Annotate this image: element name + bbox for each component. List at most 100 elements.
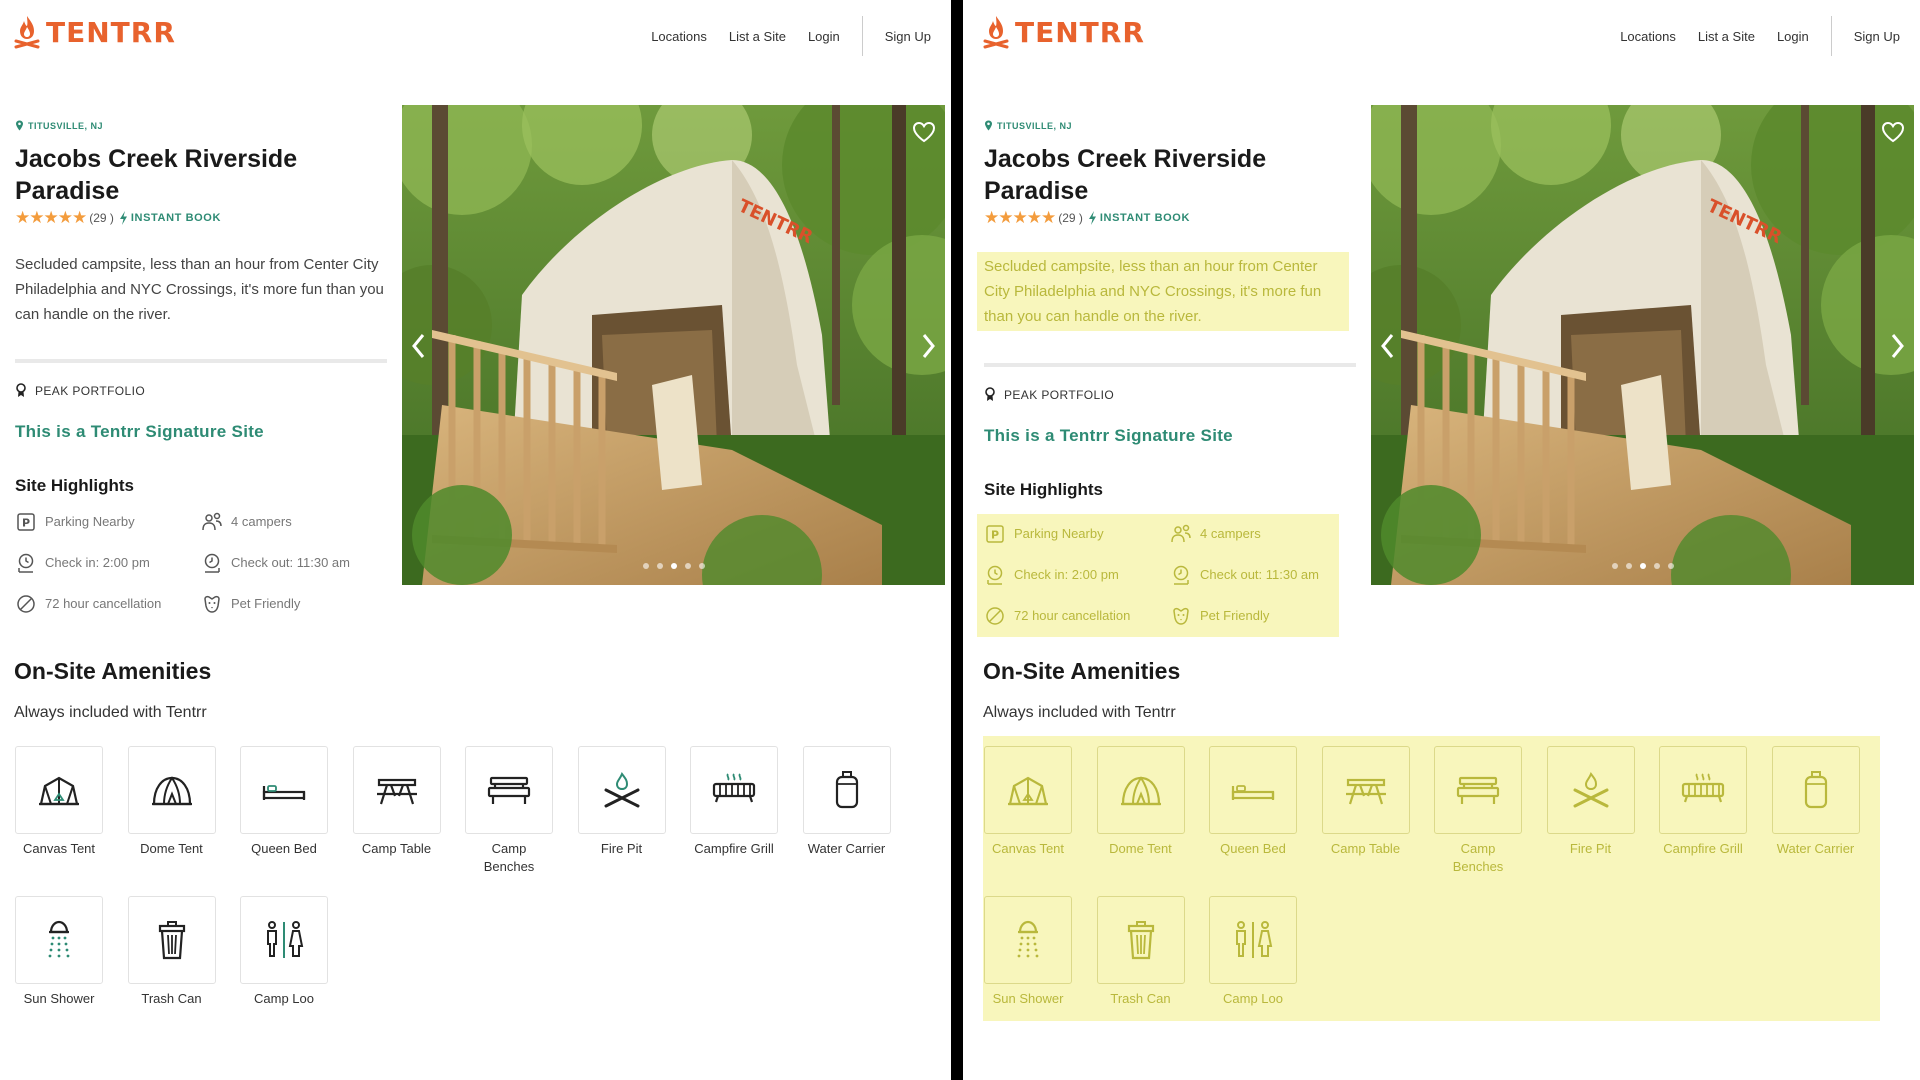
- amenity-icon-box: [352, 746, 441, 834]
- favorite-heart-icon[interactable]: [911, 119, 937, 145]
- amenity-icon-box: [127, 746, 216, 834]
- carousel-dot[interactable]: [1667, 563, 1674, 569]
- parking-icon: P: [17, 512, 35, 531]
- carousel-dot[interactable]: [642, 563, 649, 569]
- amenity-item: Camp Benches: [1434, 746, 1547, 876]
- carousel-dot[interactable]: [656, 563, 663, 569]
- nav-locations-link[interactable]: Locations: [651, 29, 707, 44]
- review-count[interactable]: (29 ): [89, 211, 114, 225]
- carousel-dot[interactable]: [670, 563, 677, 569]
- camp-benches-icon: [1456, 776, 1500, 804]
- instant-book-label: INSTANT BOOK: [130, 212, 221, 224]
- section-divider: [15, 359, 387, 363]
- amenity-label: Camp Table: [1330, 841, 1401, 856]
- tentrr-logo[interactable]: TENTRR: [983, 14, 1145, 50]
- amenity-label: Sun Shower: [23, 991, 95, 1006]
- carousel-next-icon[interactable]: [1886, 331, 1908, 361]
- highlight-label: Parking Nearby: [45, 514, 135, 529]
- highlight-label: Pet Friendly: [1200, 608, 1270, 623]
- camp-benches-icon: [487, 776, 531, 804]
- amenity-item: Canvas Tent: [15, 746, 128, 876]
- highlight-item: P Parking Nearby: [984, 522, 1170, 545]
- site-info: TITUSVILLE, NJ Jacobs Creek Riverside Pa…: [977, 120, 1356, 637]
- panel-divider: [951, 0, 969, 1080]
- highlight-label: Check out: 11:30 am: [231, 555, 350, 570]
- amenity-icon-box: [984, 746, 1072, 834]
- svg-text:P: P: [22, 516, 30, 529]
- tent-photo: TENTRR: [1371, 105, 1914, 585]
- pet-icon: [204, 595, 220, 613]
- dome-tent-icon: [151, 776, 192, 806]
- carousel-dot[interactable]: [1611, 563, 1618, 569]
- section-divider: [984, 363, 1356, 367]
- carousel-dots: [1371, 563, 1914, 569]
- queen-bed-icon: [262, 785, 306, 800]
- amenity-icon-box: [802, 746, 891, 834]
- camp-table-icon: [376, 778, 417, 805]
- amenity-item: Sun Shower: [15, 896, 128, 1008]
- carousel-next-icon[interactable]: [917, 331, 939, 361]
- fire-pit-icon: [604, 771, 639, 808]
- carousel-dot[interactable]: [698, 563, 705, 569]
- amenity-label: Fire Pit: [1569, 841, 1612, 856]
- amenity-label: Water Carrier: [1776, 841, 1855, 856]
- amenities-grid: Canvas Tent Dome Tent Queen Bed Camp Table C…: [15, 746, 915, 1008]
- parking-icon: P: [986, 524, 1004, 543]
- amenity-icon-box: [15, 896, 103, 984]
- nav-login-link[interactable]: Login: [1777, 29, 1809, 44]
- review-count[interactable]: (29 ): [1058, 211, 1083, 225]
- nav-list-site-link[interactable]: List a Site: [729, 29, 786, 44]
- amenity-item: Campfire Grill: [1659, 746, 1772, 876]
- nav-locations-link[interactable]: Locations: [1620, 29, 1676, 44]
- carousel-dot[interactable]: [684, 563, 691, 569]
- brand-name: TENTRR: [1015, 15, 1145, 49]
- highlight-item: Check in: 2:00 pm: [984, 563, 1170, 586]
- amenity-label: Queen Bed: [251, 841, 317, 856]
- amenity-label: Camp Table: [361, 841, 432, 856]
- amenity-label: Canvas Tent: [22, 841, 96, 856]
- sun-shower-icon: [1017, 920, 1039, 958]
- site-location: TITUSVILLE, NJ: [15, 120, 387, 131]
- map-pin-icon: [16, 120, 23, 131]
- dome-tent-icon: [1120, 776, 1161, 806]
- carousel-prev-icon[interactable]: [408, 331, 430, 361]
- tentrr-logo[interactable]: TENTRR: [14, 14, 176, 50]
- carousel-dot[interactable]: [1653, 563, 1660, 569]
- nav-signup-link[interactable]: Sign Up: [1854, 29, 1900, 44]
- camp-loo-icon: [1236, 921, 1273, 958]
- highlight-item: 72 hour cancellation: [984, 604, 1170, 627]
- nav-signup-link[interactable]: Sign Up: [885, 29, 931, 44]
- amenity-item: Queen Bed: [240, 746, 353, 876]
- amenity-icon-box: [1096, 896, 1185, 984]
- amenity-icon-box: [240, 896, 328, 984]
- nav-login-link[interactable]: Login: [808, 29, 840, 44]
- site-title: Jacobs Creek Riverside Paradise: [15, 145, 298, 205]
- site-photo-carousel[interactable]: TENTRR: [402, 105, 945, 585]
- amenity-icon-box: [465, 746, 553, 834]
- portfolio-label: PEAK PORTFOLIO: [1004, 387, 1115, 402]
- amenity-label: Trash Can: [141, 991, 202, 1006]
- highlight-label: 4 campers: [231, 514, 292, 529]
- lightning-icon: [119, 211, 127, 225]
- tent-photo: TENTRR: [402, 105, 945, 585]
- site-title: Jacobs Creek Riverside Paradise: [984, 145, 1267, 205]
- amenity-label: Camp Benches: [1452, 841, 1504, 874]
- site-photo-carousel[interactable]: TENTRR: [1371, 105, 1914, 585]
- campfire-logo-icon: [14, 16, 40, 49]
- star-rating: ★★★★★: [15, 208, 87, 227]
- amenity-item: Trash Can: [127, 896, 241, 1008]
- water-carrier-icon: [1804, 771, 1827, 809]
- nav-list-site-link[interactable]: List a Site: [1698, 29, 1755, 44]
- amenity-label: Camp Loo: [1223, 991, 1283, 1006]
- amenities-subheading: Always included with Tentrr: [983, 704, 1176, 721]
- amenity-item: Trash Can: [1096, 896, 1210, 1008]
- amenity-item: Camp Benches: [465, 746, 578, 876]
- carousel-dot[interactable]: [1625, 563, 1632, 569]
- amenity-item: Dome Tent: [127, 746, 241, 876]
- top-nav: Locations List a Site Login Sign Up: [1598, 16, 1900, 56]
- carousel-dot[interactable]: [1639, 563, 1646, 569]
- favorite-heart-icon[interactable]: [1880, 119, 1906, 145]
- carousel-prev-icon[interactable]: [1377, 331, 1399, 361]
- site-highlights-heading: Site Highlights: [15, 476, 134, 495]
- highlight-label: Parking Nearby: [1014, 526, 1104, 541]
